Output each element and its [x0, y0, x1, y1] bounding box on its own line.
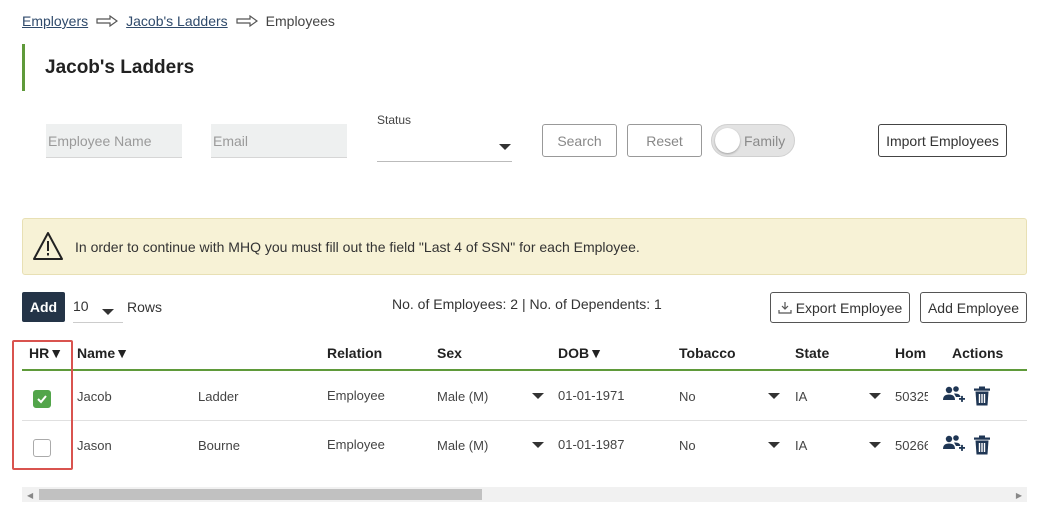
first-name-cell: Jason — [77, 438, 112, 453]
ssn-warning-alert: In order to continue with MHQ you must f… — [22, 218, 1027, 275]
employee-name-input[interactable] — [46, 124, 182, 158]
table-header-divider — [22, 369, 1027, 371]
column-header-actions: Actions — [952, 345, 1004, 361]
relation-cell: Employee — [327, 437, 385, 452]
home-zip-cell[interactable]: 50325 — [895, 389, 928, 404]
breadcrumb-employers[interactable]: Employers — [22, 13, 88, 29]
add-button[interactable]: Add — [22, 292, 65, 322]
reset-button[interactable]: Reset — [627, 124, 702, 157]
export-employee-button[interactable]: Export Employee — [770, 292, 910, 323]
page-title: Jacob's Ladders — [45, 57, 195, 78]
status-select[interactable] — [377, 134, 512, 162]
column-header-sex: Sex — [437, 345, 462, 361]
column-header-tobacco: Tobacco — [679, 345, 736, 361]
chevron-down-icon — [532, 442, 544, 448]
breadcrumb: Employers Jacob's Ladders Employees — [22, 13, 335, 29]
toggle-knob — [715, 128, 740, 153]
home-zip-cell[interactable]: 50266 — [895, 438, 928, 453]
download-icon — [778, 301, 792, 314]
rows-label: Rows — [127, 299, 163, 315]
family-toggle[interactable]: Family — [711, 124, 795, 157]
chevron-down-icon — [869, 442, 881, 448]
chevron-down-icon — [869, 393, 881, 399]
column-header-state: State — [795, 345, 830, 361]
scroll-left-icon[interactable]: ◀ — [27, 491, 33, 500]
add-employee-button[interactable]: Add Employee — [920, 292, 1027, 323]
state-select[interactable]: IA — [795, 389, 807, 404]
breadcrumb-current: Employees — [265, 13, 335, 29]
row-divider — [22, 420, 1027, 421]
first-name-cell: Jacob — [77, 389, 112, 404]
dob-cell[interactable]: 01-01-1971 — [558, 388, 625, 403]
search-button[interactable]: Search — [542, 124, 617, 157]
chevron-down-icon — [499, 144, 511, 150]
alert-message: In order to continue with MHQ you must f… — [75, 239, 640, 255]
add-user-icon[interactable] — [942, 385, 966, 405]
column-header-name[interactable]: Name▼ — [77, 345, 129, 361]
email-input[interactable] — [211, 124, 347, 158]
horizontal-scrollbar[interactable]: ◀ ▶ — [22, 487, 1027, 502]
rows-per-page-select[interactable]: 10 — [73, 298, 123, 323]
trash-icon[interactable] — [973, 435, 991, 455]
chevron-down-icon — [102, 309, 114, 315]
column-header-relation: Relation — [327, 345, 383, 361]
record-counts: No. of Employees: 2 | No. of Dependents:… — [392, 296, 662, 312]
tobacco-select[interactable]: No — [679, 438, 696, 453]
sex-select[interactable]: Male (M) — [437, 389, 488, 404]
state-select[interactable]: IA — [795, 438, 807, 453]
arrow-right-icon — [236, 15, 258, 27]
column-header-dob[interactable]: DOB▼ — [558, 345, 603, 361]
scroll-right-icon[interactable]: ▶ — [1016, 491, 1022, 500]
breadcrumb-jacobs-ladders[interactable]: Jacob's Ladders — [126, 13, 228, 29]
arrow-right-icon — [96, 15, 119, 27]
add-user-icon[interactable] — [942, 434, 966, 454]
dob-cell[interactable]: 01-01-1987 — [558, 437, 625, 452]
last-name-cell: Ladder — [198, 389, 239, 404]
family-toggle-label: Family — [744, 133, 786, 149]
last-name-cell: Bourne — [198, 438, 240, 453]
export-employee-label: Export Employee — [795, 299, 903, 316]
sex-select[interactable]: Male (M) — [437, 438, 488, 453]
scrollbar-thumb[interactable] — [39, 489, 482, 500]
trash-icon[interactable] — [973, 386, 991, 406]
chevron-down-icon — [768, 393, 780, 399]
import-employees-button[interactable]: Import Employees — [878, 124, 1007, 157]
warning-triangle-icon — [33, 232, 63, 260]
hr-column-highlight — [12, 340, 73, 470]
status-label: Status — [377, 113, 412, 127]
chevron-down-icon — [532, 393, 544, 399]
tobacco-select[interactable]: No — [679, 389, 696, 404]
chevron-down-icon — [768, 442, 780, 448]
rows-per-page-value: 10 — [73, 298, 89, 314]
title-accent-bar — [22, 44, 25, 91]
column-header-home: Hom — [895, 345, 927, 361]
relation-cell: Employee — [327, 388, 385, 403]
